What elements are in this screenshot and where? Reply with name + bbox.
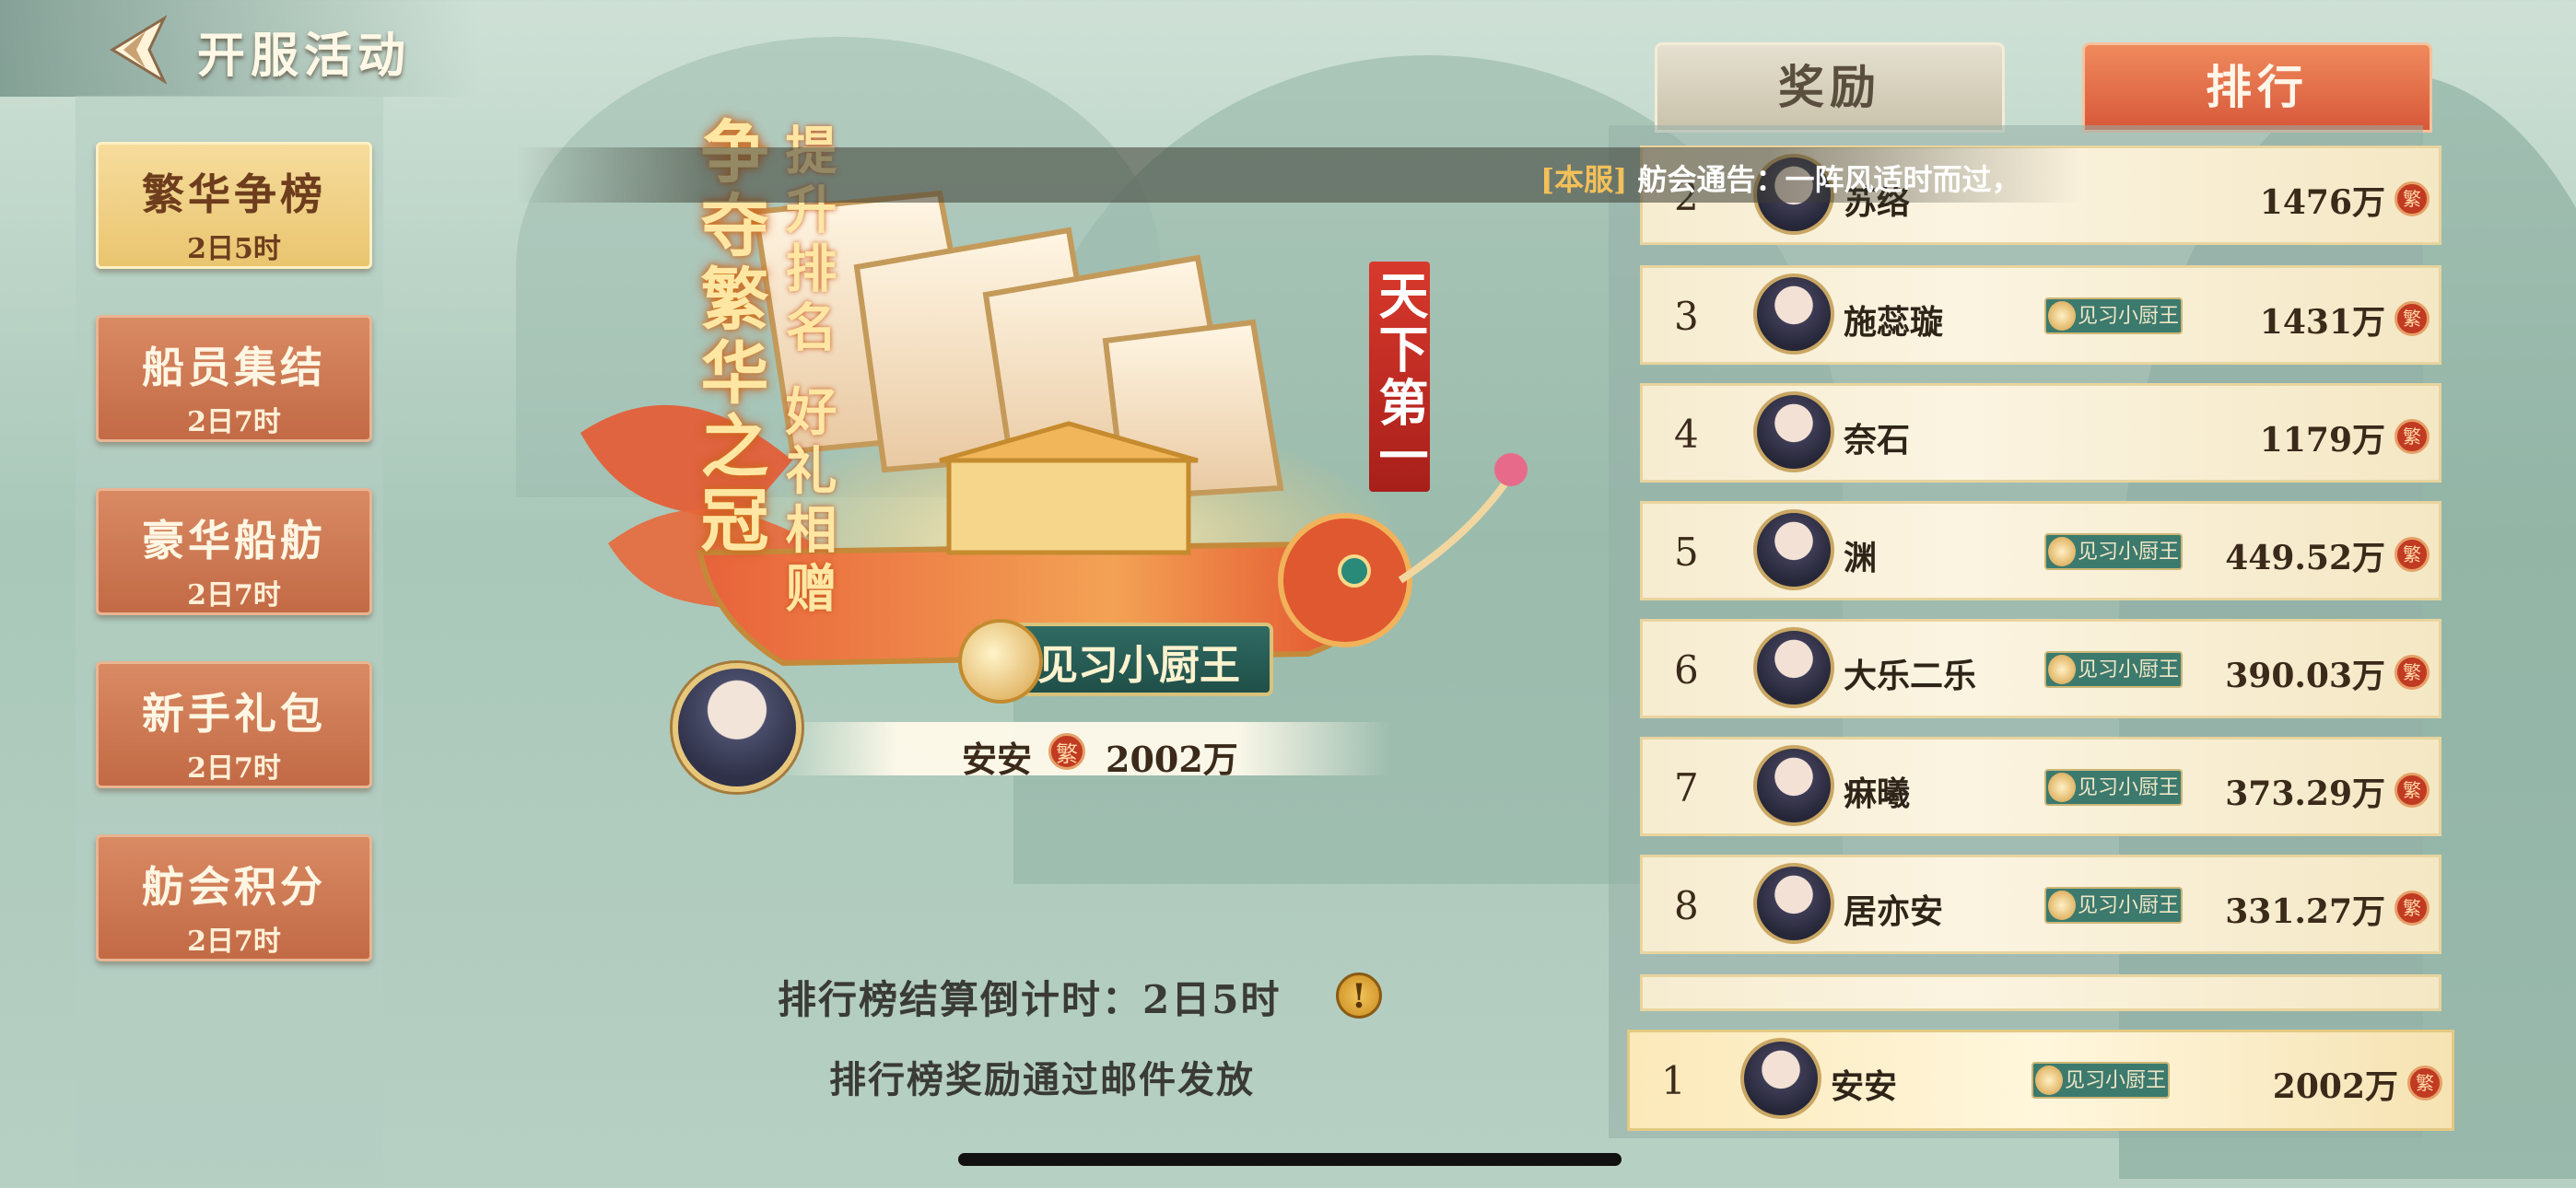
player-score: 1431万 — [2259, 303, 2385, 342]
fanhua-currency-icon: 繁 — [2395, 419, 2430, 454]
fanhua-currency-icon: 繁 — [2395, 181, 2430, 216]
player-title-text: 见习小厨王 — [2078, 541, 2180, 564]
player-name: 大乐二乐 — [1844, 657, 1977, 695]
sidebar-item-label: 新手礼包 — [142, 689, 326, 739]
player-score: 373.29万 — [2225, 775, 2385, 813]
top-player-score: 2002万 — [1106, 739, 1238, 780]
top-player-avatar[interactable] — [673, 663, 802, 792]
info-icon[interactable]: ! — [1336, 973, 1382, 1019]
sidebar-item-time: 2日5时 — [187, 233, 281, 265]
rank-number: 1 — [1661, 1058, 1686, 1103]
player-name: 奈石 — [1844, 421, 1911, 460]
fanhua-currency-icon: 繁 — [1048, 733, 1085, 770]
chef-pot-icon — [2048, 301, 2076, 331]
ranking-row[interactable]: 7 痳曦 见习小厨王 373.29万 繁 — [1640, 737, 2441, 836]
sidebar-item-haohua-chuanfang[interactable]: 豪华船舫 2日7时 — [96, 488, 372, 615]
fanhua-currency-icon: 繁 — [2407, 1066, 2442, 1101]
notice-text: 舫会通告：一阵风适时而过， — [1637, 162, 2021, 197]
player-name: 施蕊璇 — [1844, 303, 1944, 342]
player-title-tag: 见习小厨王 — [2044, 533, 2183, 570]
sidebar-item-fanghui-jifen[interactable]: 舫会积分 2日7时 — [96, 834, 372, 961]
player-score: 2002万 — [2272, 1067, 2398, 1106]
tianxia-diyi-banner: 天下第一 — [1369, 262, 1430, 492]
player-avatar — [1753, 274, 1834, 355]
sidebar-item-label: 豪华船舫 — [142, 516, 326, 565]
player-name: 渊 — [1844, 539, 1878, 577]
ranking-row[interactable]: 3 施蕊璇 见习小厨王 1431万 繁 — [1640, 265, 2441, 365]
rank-number: 7 — [1674, 765, 1699, 810]
chef-pot-icon — [2048, 891, 2076, 920]
player-avatar — [1753, 391, 1834, 472]
chef-pot-icon — [2048, 773, 2076, 802]
player-avatar — [1753, 745, 1834, 826]
player-title-tag: 见习小厨王 — [2032, 1062, 2170, 1099]
player-name: 居亦安 — [1844, 892, 1944, 931]
player-score: 331.27万 — [2225, 892, 2385, 931]
rank-number: 6 — [1674, 647, 1699, 693]
player-title-text: 见习小厨王 — [2078, 776, 2180, 799]
fanhua-currency-icon: 繁 — [2395, 655, 2430, 690]
rank-number: 5 — [1674, 530, 1699, 575]
tab-rank[interactable]: 排行 — [2082, 42, 2432, 133]
ranking-row[interactable]: 4 奈石 1179万 繁 — [1640, 383, 2441, 483]
chef-pot-icon — [2048, 537, 2076, 566]
chef-title-label: 见习小厨王 — [1037, 642, 1240, 689]
rank-number: 8 — [1674, 883, 1699, 928]
player-score: 449.52万 — [2225, 539, 2385, 577]
sidebar-item-xinshou-libao[interactable]: 新手礼包 2日7时 — [96, 661, 372, 788]
ranking-countdown: 排行榜结算倒计时：2日5时 — [778, 977, 1282, 1022]
server-notice: [本服] 舫会通告：一阵风适时而过， — [1540, 157, 2020, 199]
mail-reward-note: 排行榜奖励通过邮件发放 — [829, 1058, 1255, 1101]
tab-reward[interactable]: 奖励 — [1655, 42, 2005, 133]
player-score: 390.03万 — [2225, 657, 2385, 695]
ranking-row-partial[interactable] — [1640, 974, 2441, 1011]
sidebar-item-chuanyuan-jijie[interactable]: 船员集结 2日7时 — [96, 315, 372, 442]
player-avatar — [1753, 509, 1834, 590]
player-title-tag: 见习小厨王 — [2044, 297, 2183, 334]
player-title-tag: 见习小厨王 — [2044, 651, 2183, 688]
player-title-text: 见习小厨王 — [2078, 894, 2180, 917]
player-title-text: 见习小厨王 — [2065, 1069, 2167, 1092]
chef-title-badge: 见习小厨王 — [958, 619, 1273, 704]
player-title-tag: 见习小厨王 — [2044, 769, 2183, 806]
fanhua-currency-icon: 繁 — [2395, 773, 2430, 808]
chef-pot-icon — [2048, 655, 2076, 684]
home-indicator[interactable] — [958, 1153, 1622, 1166]
player-name: 痳曦 — [1844, 775, 1911, 813]
player-score: 1179万 — [2259, 421, 2385, 460]
sidebar-item-time: 2日7时 — [187, 406, 281, 438]
fanhua-currency-icon: 繁 — [2395, 891, 2430, 926]
sidebar-item-time: 2日7时 — [187, 926, 281, 958]
fanhua-currency-icon: 繁 — [2395, 301, 2430, 336]
player-score: 1476万 — [2259, 183, 2385, 222]
sidebar-item-label: 船员集结 — [142, 343, 326, 392]
sidebar-item-label: 舫会积分 — [142, 862, 326, 912]
chef-pot-icon — [2035, 1066, 2063, 1095]
player-title-text: 见习小厨王 — [2078, 658, 2180, 681]
ranking-row[interactable]: 5 渊 见习小厨王 449.52万 繁 — [1640, 501, 2441, 600]
player-title-tag: 见习小厨王 — [2044, 887, 2183, 924]
rank-number: 3 — [1674, 294, 1699, 339]
chef-pot-icon — [958, 619, 1043, 704]
sidebar-item-time: 2日7时 — [187, 752, 281, 785]
player-avatar — [1753, 627, 1834, 708]
page-title: 开服活动 — [197, 28, 412, 84]
top-player-name: 安安 — [962, 739, 1033, 780]
player-name: 安安 — [1831, 1067, 1898, 1106]
player-title-text: 见习小厨王 — [2078, 305, 2180, 328]
rank-number: 4 — [1674, 412, 1699, 457]
self-ranking-row[interactable]: 1 安安 见习小厨王 2002万 繁 — [1627, 1030, 2454, 1131]
sidebar-item-label: 繁华争榜 — [142, 169, 326, 219]
ranking-row[interactable]: 8 居亦安 见习小厨王 331.27万 繁 — [1640, 855, 2441, 954]
back-arrow-icon[interactable] — [100, 13, 173, 87]
ranking-row[interactable]: 6 大乐二乐 见习小厨王 390.03万 繁 — [1640, 619, 2441, 718]
fanhua-currency-icon: 繁 — [2395, 537, 2430, 572]
sidebar-item-time: 2日7时 — [187, 579, 281, 611]
notice-tag: [本服] — [1540, 162, 1628, 197]
player-avatar — [1753, 863, 1834, 944]
sidebar-item-fanhua-zhengbang[interactable]: 繁华争榜 2日5时 — [96, 142, 372, 269]
player-avatar — [1740, 1038, 1821, 1119]
